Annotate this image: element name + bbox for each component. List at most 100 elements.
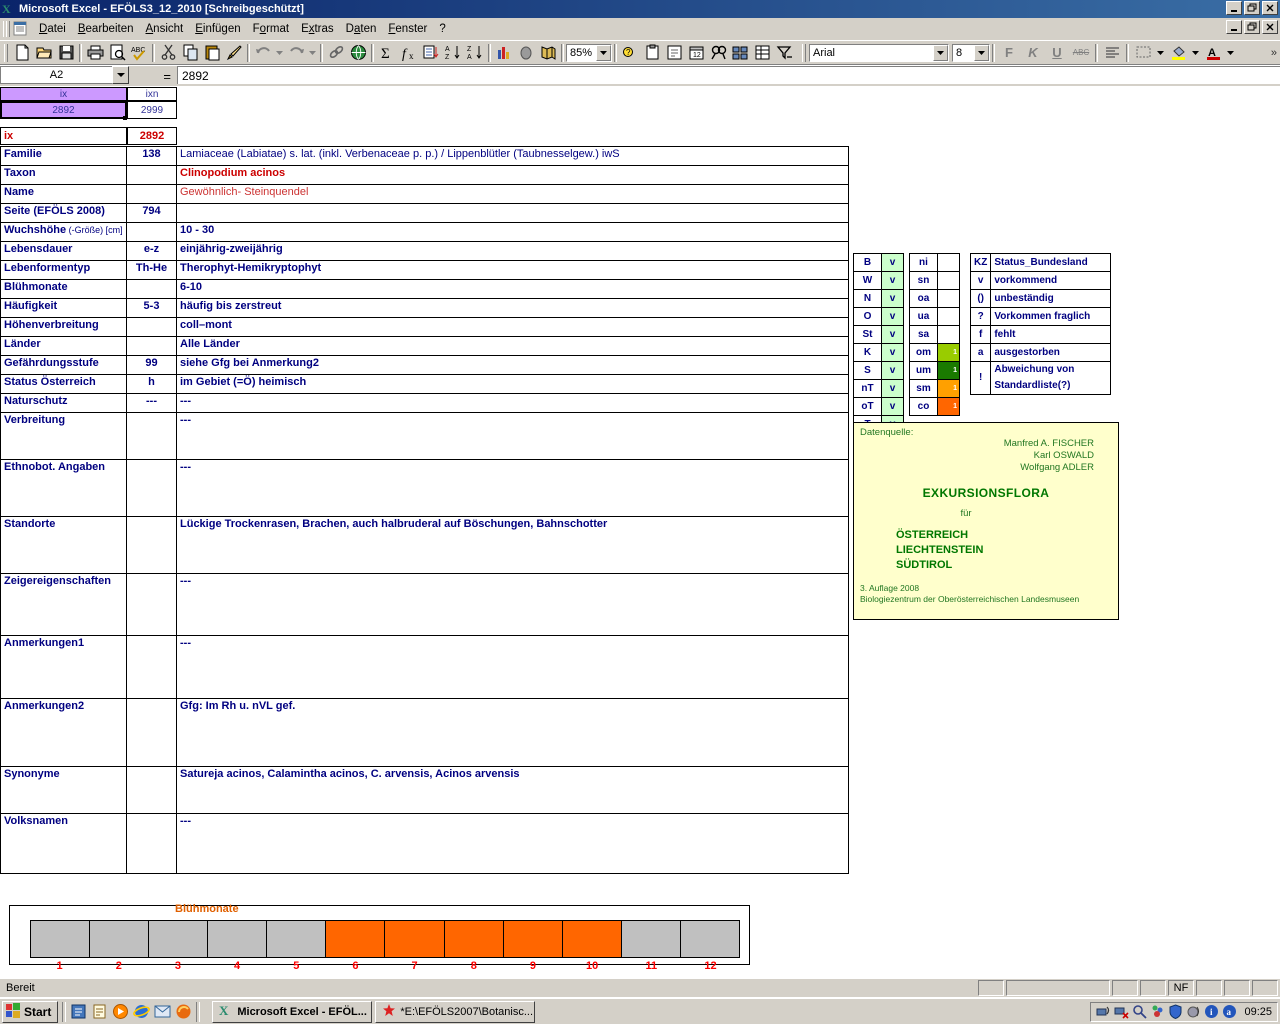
notes-icon[interactable] [91,1003,108,1020]
record-label-cell[interactable]: Häufigkeit [0,298,127,318]
region-row[interactable]: om 1 [909,343,960,362]
minimize-button[interactable] [1226,1,1242,15]
region-row[interactable]: ua [909,307,960,326]
function-wizard-icon[interactable]: fx [398,42,420,63]
doc-restore-button[interactable] [1244,20,1260,34]
fill-color-dropdown-arrow-icon[interactable] [1190,42,1201,63]
close-button[interactable] [1262,1,1278,15]
table-row[interactable]: Wuchshöhe (-Größe) [cm] 10 - 30 [0,222,849,242]
bundesland-row[interactable]: Bv [853,253,904,272]
record-value-cell[interactable]: --- [176,573,849,636]
record-label-cell[interactable]: Volksnamen [0,813,127,874]
record-label-cell[interactable]: Lebenformentyp [0,260,127,280]
bundesland-row[interactable]: Sv [853,361,904,380]
record-value-cell[interactable]: coll–mont [176,317,849,337]
drawing-icon[interactable] [515,42,537,63]
bundesland-row[interactable]: Nv [853,289,904,308]
table-row[interactable]: Blühmonate 6-10 [0,279,849,299]
record-label-cell[interactable]: Zeigereigenschaften [0,573,127,636]
fill-color-icon[interactable] [1166,42,1190,63]
record-value-cell[interactable]: Gfg: Im Rh u. nVL gef. [176,698,849,767]
record-value-cell[interactable]: --- [176,813,849,874]
toolbar-grip-standard[interactable] [3,43,9,63]
paste-icon[interactable] [201,42,223,63]
record-code-cell[interactable]: 138 [126,146,177,166]
record-value-cell[interactable]: --- [176,412,849,460]
font-name-dropdown-arrow-icon[interactable] [933,44,948,61]
region-row[interactable]: ni [909,253,960,272]
font-color-icon[interactable]: A [1201,42,1225,63]
font-color-dropdown-arrow-icon[interactable] [1225,42,1236,63]
record-value-cell[interactable]: im Gebiet (=Ö) heimisch [176,374,849,394]
record-label-cell[interactable]: Anmerkungen2 [0,698,127,767]
table-row[interactable]: Standorte Lückige Trockenrasen, Brachen, … [0,516,849,574]
menu-item-fenster[interactable]: Fenster [382,21,433,37]
table-row[interactable]: Häufigkeit 5-3 häufig bis zerstreut [0,298,849,318]
mini-value-ixn[interactable]: 2999 [127,101,177,119]
record-value-cell[interactable]: Satureja acinos, Calamintha acinos, C. a… [176,766,849,814]
record-value-cell[interactable]: 6-10 [176,279,849,299]
record-value-cell[interactable]: Lamiaceae (Labiatae) s. lat. (inkl. Verb… [176,146,849,166]
table-row[interactable]: Verbreitung --- [0,412,849,460]
record-code-cell[interactable]: Th-He [126,260,177,280]
record-label-cell[interactable]: Anmerkungen1 [0,635,127,699]
bundesland-row[interactable]: nT v [853,379,904,398]
record-label-cell[interactable]: Standorte [0,516,127,574]
record-value-cell[interactable]: Therophyt-Hemikryptophyt [176,260,849,280]
record-label-cell[interactable]: Ethnobot. Angaben [0,459,127,517]
region-row[interactable]: sm 1 [909,379,960,398]
sort-ascending-icon[interactable]: AZ [442,42,464,63]
cut-icon[interactable] [157,42,179,63]
show-desktop-icon[interactable] [70,1003,87,1020]
safety-icon[interactable] [1150,1004,1165,1019]
record-label-cell[interactable]: Lebensdauer [0,241,127,261]
record-code-cell[interactable] [126,459,177,517]
restore-button[interactable] [1244,1,1260,15]
record-label-cell[interactable]: Seite (EFÖLS 2008) [0,203,127,223]
record-label-cell[interactable]: Blühmonate [0,279,127,299]
record-value-cell[interactable]: häufig bis zerstreut [176,298,849,318]
record-code-cell[interactable] [126,698,177,767]
table-row[interactable]: Volksnamen --- [0,813,849,874]
region-row[interactable]: sa [909,325,960,344]
record-code-cell[interactable] [126,184,177,204]
menu-item-format[interactable]: Format [247,21,295,37]
new-icon[interactable] [11,42,33,63]
find-icon[interactable] [707,42,729,63]
form-icon[interactable] [663,42,685,63]
record-code-cell[interactable] [126,165,177,185]
record-label-cell[interactable]: Gefährdungsstufe [0,355,127,375]
record-code-cell[interactable]: e-z [126,241,177,261]
record-code-cell[interactable] [126,412,177,460]
network-disconnected-icon[interactable] [1114,1004,1130,1019]
record-value-cell[interactable]: Alle Länder [176,336,849,356]
menu-item-datei[interactable]: Datei [33,21,72,37]
save-icon[interactable] [55,42,77,63]
name-box[interactable]: A2 [0,66,112,84]
record-code-cell[interactable] [126,635,177,699]
record-code-cell[interactable] [126,766,177,814]
bundesland-row[interactable]: Wv [853,271,904,290]
menu-item-daten[interactable]: Daten [340,21,383,37]
selected-cell-a2[interactable]: 2892 [0,101,127,119]
table-row[interactable]: Höhenverbreitung coll–mont [0,317,849,337]
table-row[interactable]: Naturschutz --- --- [0,393,849,413]
record-label-cell[interactable]: Höhenverbreitung [0,317,127,337]
record-label-cell[interactable]: Verbreitung [0,412,127,460]
redo-icon[interactable] [285,42,307,63]
table-icon[interactable] [751,42,773,63]
record-label-cell[interactable]: Wuchshöhe (-Größe) [cm] [0,222,127,242]
font-name-combo[interactable]: Arial [809,43,949,62]
record-code-cell[interactable] [126,317,177,337]
strikethrough-button[interactable]: ABC [1069,42,1093,63]
undo-dropdown-arrow-icon[interactable] [274,42,285,63]
undo-icon[interactable] [252,42,274,63]
menu-item-einfuegen[interactable]: Einfügen [189,21,246,37]
task-button-editor[interactable]: *E:\EFÖLS2007\Botanisc... [375,1000,536,1023]
record-label-cell[interactable]: Länder [0,336,127,356]
filter-icon[interactable] [773,42,795,63]
record-value-cell[interactable]: --- [176,635,849,699]
network-icon[interactable] [1096,1004,1111,1019]
record-code-cell[interactable]: --- [126,393,177,413]
redo-dropdown-arrow-icon[interactable] [307,42,318,63]
